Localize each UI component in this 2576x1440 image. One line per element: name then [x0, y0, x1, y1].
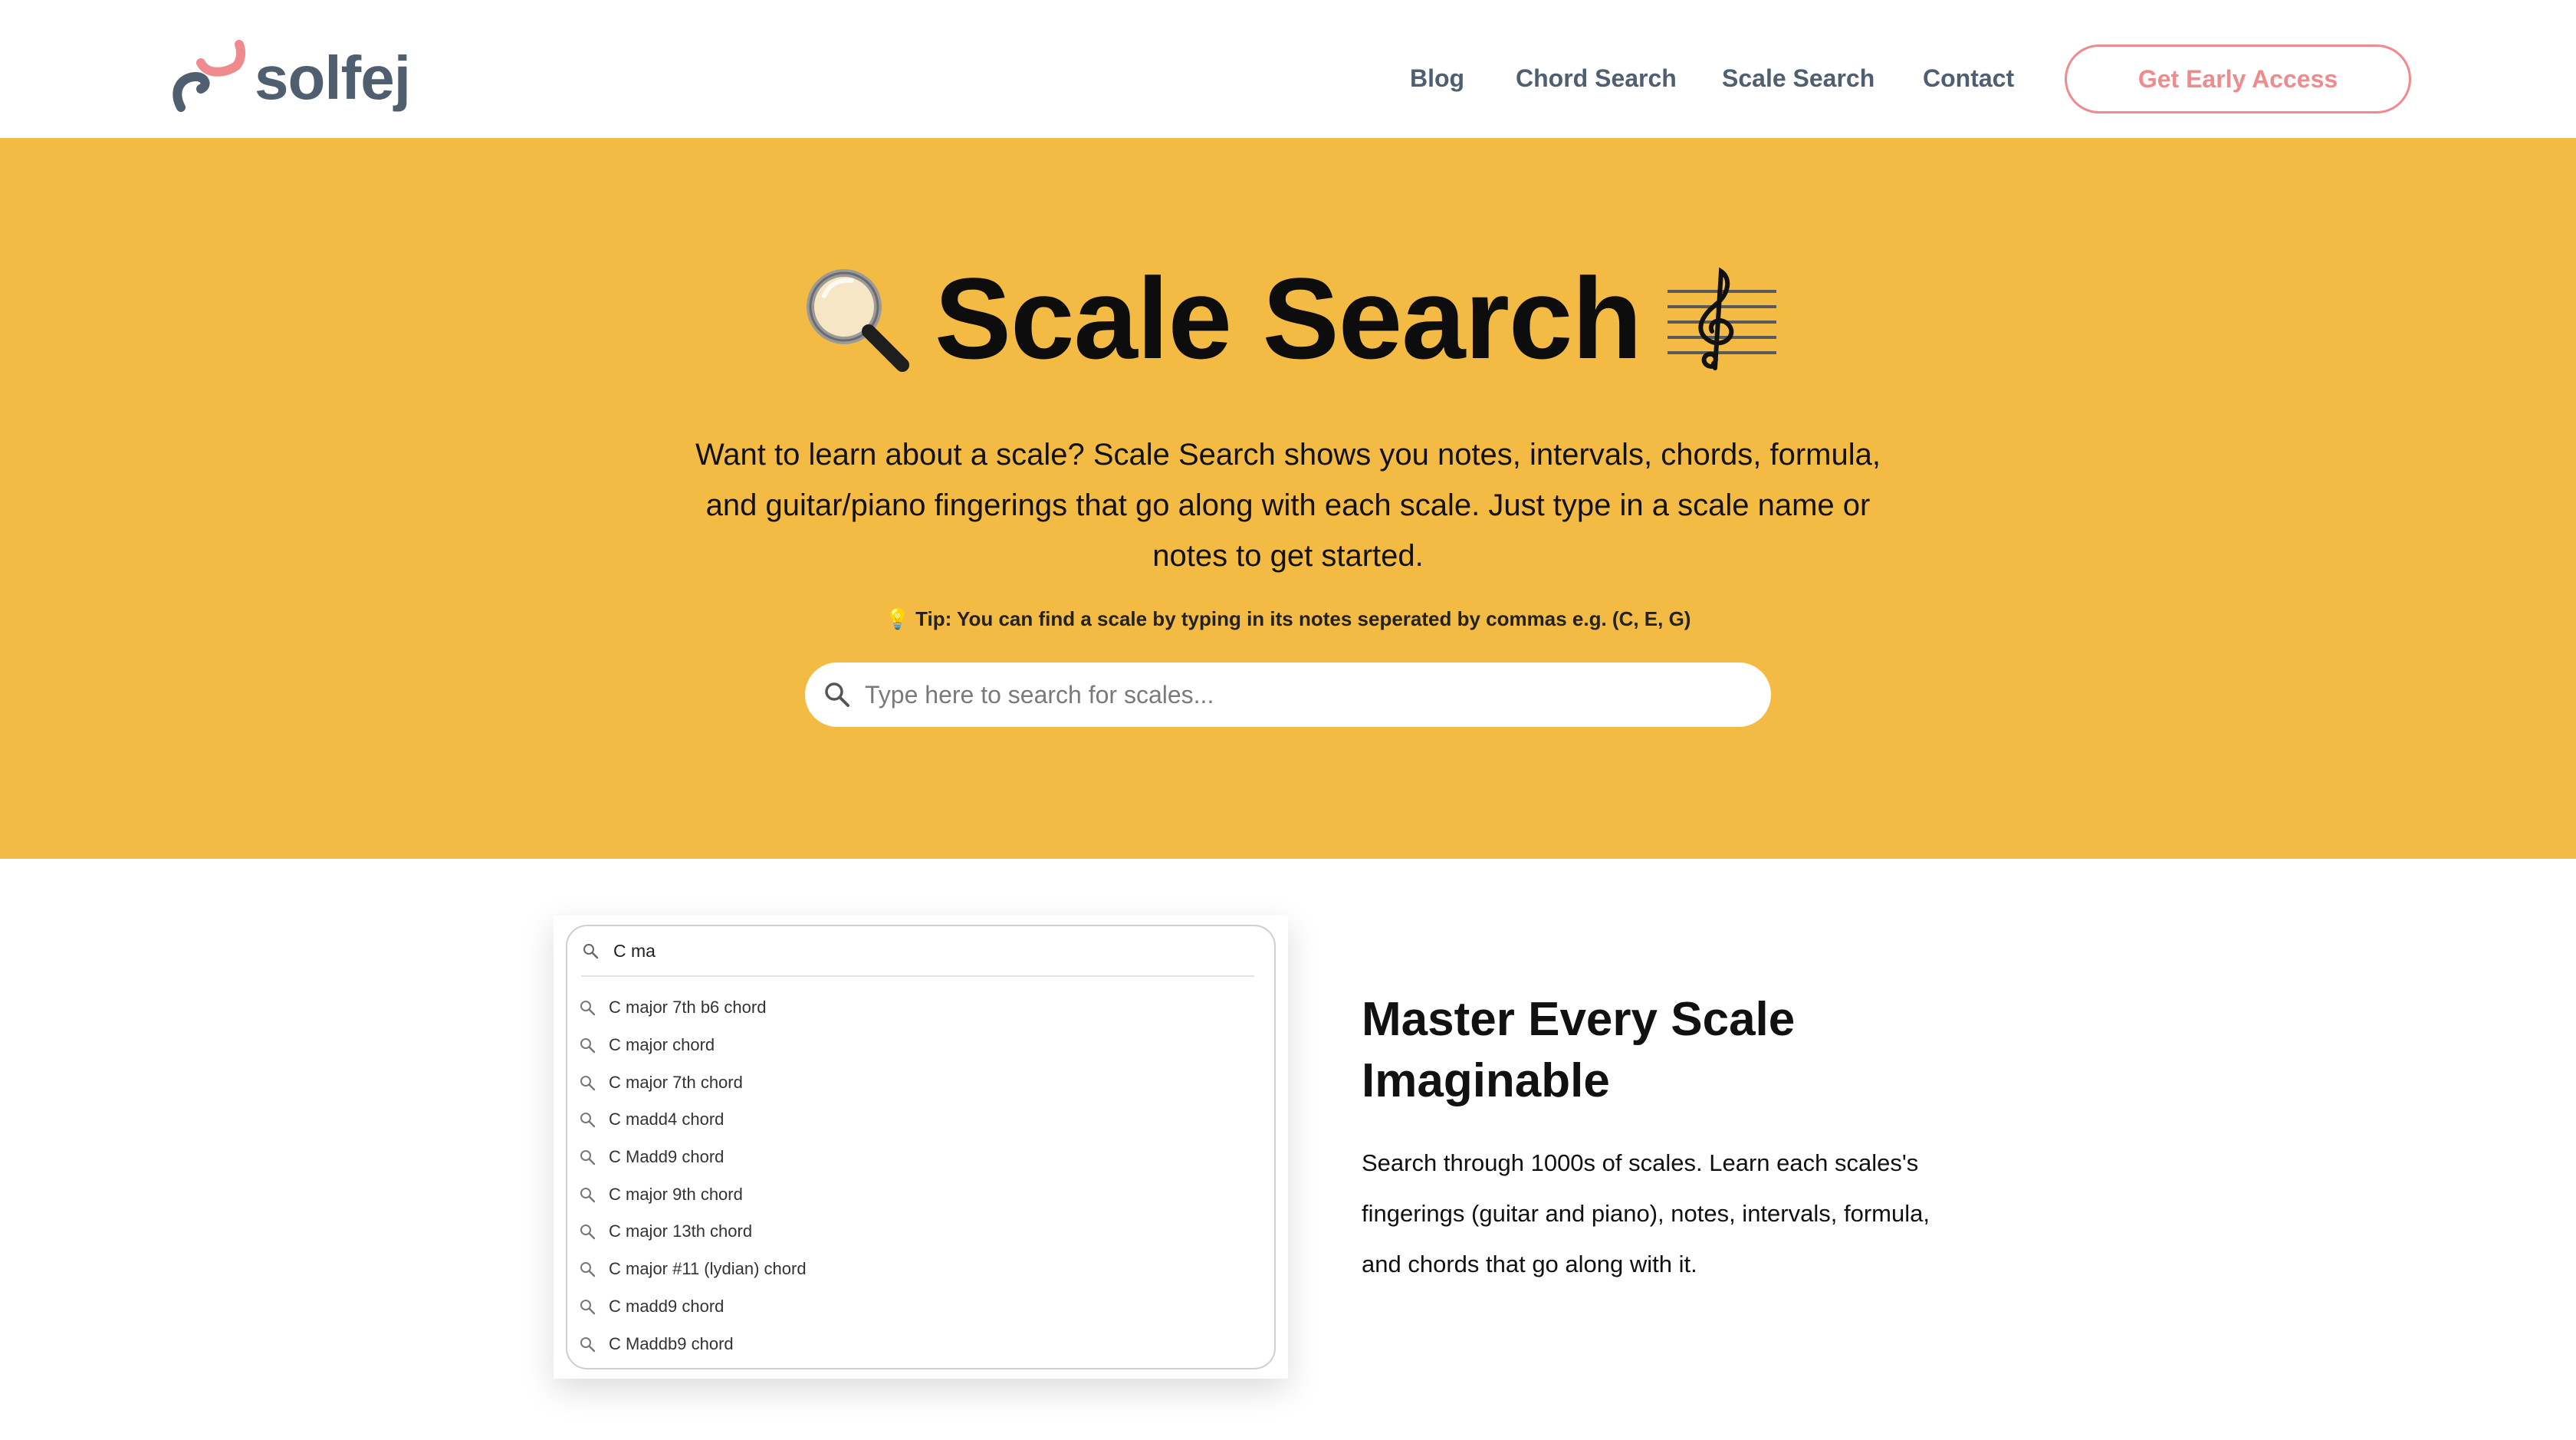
- search-icon: [580, 1001, 596, 1016]
- search-demo-screenshot: C ma C major 7th b6 chord C major chord C …: [554, 916, 1288, 1379]
- feature-description: Search through 1000s of scales. Learn ea…: [1362, 1149, 1930, 1277]
- search-icon: [825, 682, 849, 707]
- hero-section: Scale Search Want to learn about a scale…: [0, 138, 2576, 859]
- divider: [581, 975, 1254, 977]
- demo-result-label: C madd9 chord: [609, 1296, 724, 1316]
- demo-result-label: C madd4 chord: [609, 1110, 724, 1129]
- demo-result-item[interactable]: C Madd9 chord: [567, 1139, 1274, 1176]
- brand-name: solfej: [255, 44, 411, 112]
- demo-result-item[interactable]: C Maddb9 chord: [567, 1325, 1274, 1363]
- demo-result-item[interactable]: C major #11 (lydian) chord: [567, 1251, 1274, 1288]
- brand-logo[interactable]: solfej: [167, 40, 411, 117]
- search-icon: [580, 1150, 596, 1165]
- top-navbar: solfej Blog Chord Search Scale Search Co…: [0, 0, 2576, 138]
- demo-result-label: C major 7th b6 chord: [609, 998, 767, 1018]
- scale-search-input[interactable]: [865, 680, 1739, 709]
- demo-result-item[interactable]: C major 7th chord: [567, 1064, 1274, 1101]
- demo-result-label: C major chord: [609, 1035, 715, 1055]
- search-icon: [580, 1187, 596, 1202]
- magnifying-glass-icon: [807, 269, 909, 372]
- demo-result-label: C major 9th chord: [609, 1184, 743, 1204]
- demo-result-label: C major 7th chord: [609, 1072, 743, 1092]
- nav-link-blog[interactable]: Blog: [1410, 64, 1464, 93]
- feature-title: Master Every Scale Imaginable: [1362, 993, 1796, 1107]
- search-icon: [580, 1038, 596, 1054]
- hero-title-text: Scale Search: [935, 254, 1642, 383]
- search-icon: [580, 1075, 596, 1090]
- demo-result-label: C Madd9 chord: [609, 1147, 724, 1167]
- demo-result-label: C major #11 (lydian) chord: [609, 1259, 807, 1279]
- search-tip: 💡 Tip: You can find a scale by typing in…: [885, 607, 1691, 630]
- demo-result-item[interactable]: C madd4 chord: [567, 1101, 1274, 1139]
- solfej-logo-icon: [172, 40, 246, 112]
- nav-link-chord-search[interactable]: Chord Search: [1516, 64, 1677, 93]
- demo-result-item[interactable]: C major chord: [567, 1027, 1274, 1064]
- demo-result-label: C Maddb9 chord: [609, 1333, 734, 1353]
- demo-result-label: C major 13th chord: [609, 1221, 753, 1241]
- search-icon: [580, 1225, 596, 1240]
- demo-search-query: C ma: [613, 940, 656, 961]
- search-icon: [580, 1262, 596, 1277]
- page-title: Scale Search: [0, 261, 2576, 376]
- demo-result-item[interactable]: C major 9th chord: [567, 1175, 1274, 1213]
- scale-search-bar[interactable]: [805, 662, 1771, 727]
- musical-score-icon: [1667, 267, 1776, 370]
- demo-result-item[interactable]: C major 13th chord: [567, 1213, 1274, 1251]
- nav-link-contact[interactable]: Contact: [1923, 64, 2014, 93]
- search-icon: [580, 1336, 596, 1352]
- demo-result-item[interactable]: C madd9 chord: [567, 1288, 1274, 1326]
- search-icon: [580, 1299, 596, 1315]
- demo-result-item[interactable]: C major 7th b6 chord: [567, 989, 1274, 1027]
- hero-description: Want to learn about a scale? Scale Searc…: [695, 438, 1881, 573]
- demo-search-dropdown: C ma C major 7th b6 chord C major chord C …: [566, 925, 1276, 1369]
- nav-link-scale-search[interactable]: Scale Search: [1722, 64, 1875, 93]
- get-early-access-button[interactable]: Get Early Access: [2065, 44, 2411, 113]
- demo-search-field: C ma: [567, 926, 1274, 975]
- search-icon: [580, 1113, 596, 1128]
- search-icon: [583, 944, 599, 959]
- demo-results-list: C major 7th b6 chord C major chord C major…: [567, 989, 1274, 1363]
